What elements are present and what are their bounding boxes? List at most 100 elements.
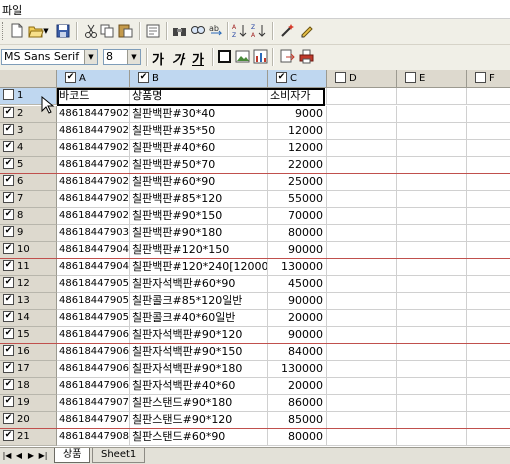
row-header[interactable]: ✔ 19 bbox=[0, 395, 57, 412]
column-header[interactable]: E bbox=[397, 70, 467, 88]
cell-price[interactable]: 90000 bbox=[268, 327, 327, 344]
cell-name[interactable]: 칠판백판#90*150 bbox=[130, 208, 268, 225]
cell-empty[interactable] bbox=[327, 140, 397, 157]
cell-empty[interactable] bbox=[327, 429, 397, 446]
italic-button[interactable]: 가 bbox=[172, 49, 184, 68]
cell-barcode[interactable]: 4861844790252 bbox=[57, 157, 130, 174]
cell-barcode[interactable]: 4861844790658 bbox=[57, 378, 130, 395]
cell-barcode[interactable]: 바코드 bbox=[57, 88, 130, 105]
cell-price[interactable]: 20000 bbox=[268, 310, 327, 327]
cell-barcode[interactable]: 4861844790276 bbox=[57, 174, 130, 191]
row-checkbox[interactable]: ✔ bbox=[3, 344, 14, 356]
row-header[interactable]: ✔ 7 bbox=[0, 191, 57, 208]
cell-empty[interactable] bbox=[327, 106, 397, 123]
cell-barcode[interactable]: 4861844790238 bbox=[57, 123, 130, 140]
cell-barcode[interactable]: 4861844790580 bbox=[57, 310, 130, 327]
pencil-icon[interactable] bbox=[298, 22, 315, 39]
cell-barcode[interactable]: 4861844790634 bbox=[57, 344, 130, 361]
cell-empty[interactable] bbox=[467, 191, 510, 208]
cell-empty[interactable] bbox=[397, 88, 467, 105]
save-icon[interactable] bbox=[54, 22, 71, 39]
cell-empty[interactable] bbox=[467, 123, 510, 140]
cell-name[interactable]: 칠판스탠드#90*120 bbox=[130, 412, 268, 429]
row-checkbox[interactable]: ✔ bbox=[3, 310, 14, 322]
cell-empty[interactable] bbox=[467, 429, 510, 446]
column-header[interactable]: D bbox=[327, 70, 397, 88]
cell-price[interactable]: 소비자가 bbox=[268, 88, 327, 105]
cell-empty[interactable] bbox=[397, 429, 467, 446]
cell-empty[interactable] bbox=[397, 412, 467, 429]
row-checkbox[interactable]: ✔ bbox=[3, 395, 14, 407]
sheet-tab-active[interactable]: 상품 bbox=[54, 448, 91, 463]
row-header[interactable]: ✔ 10 bbox=[0, 242, 57, 259]
row-checkbox[interactable]: ✔ bbox=[3, 157, 14, 169]
cell-barcode[interactable]: 4861844790221 bbox=[57, 106, 130, 123]
underline-button[interactable]: 가 bbox=[192, 49, 204, 68]
cell-empty[interactable] bbox=[397, 276, 467, 293]
row-checkbox[interactable]: ✔ bbox=[3, 123, 14, 135]
cell-empty[interactable] bbox=[327, 191, 397, 208]
chevron-down-icon[interactable]: ▼ bbox=[84, 50, 97, 64]
cell-barcode[interactable]: 4861844790429 bbox=[57, 242, 130, 259]
chevron-down-icon[interactable]: ▼ bbox=[127, 50, 140, 64]
cell-empty[interactable] bbox=[327, 361, 397, 378]
row-checkbox[interactable]: ✔ bbox=[3, 412, 14, 424]
row-checkbox[interactable]: ✔ bbox=[3, 327, 14, 339]
cell-price[interactable]: 22000 bbox=[268, 157, 327, 174]
cell-empty[interactable] bbox=[467, 106, 510, 123]
row-checkbox[interactable]: ✔ bbox=[3, 174, 14, 186]
cell-empty[interactable] bbox=[467, 242, 510, 259]
cell-price[interactable]: 86000 bbox=[268, 395, 327, 412]
cell-barcode[interactable]: 4861844790771 bbox=[57, 412, 130, 429]
sheet-tab-sheet1[interactable]: Sheet1 bbox=[92, 448, 146, 463]
cell-name[interactable]: 칠판백판#120*240[12000( bbox=[130, 259, 268, 276]
first-sheet-icon[interactable]: |◀ bbox=[2, 450, 12, 461]
column-checkbox[interactable]: ✔ bbox=[65, 71, 76, 83]
toolbar-grip[interactable] bbox=[2, 22, 6, 40]
cell-empty[interactable] bbox=[467, 157, 510, 174]
image-icon[interactable] bbox=[234, 48, 251, 65]
cell-price[interactable]: 55000 bbox=[268, 191, 327, 208]
row-header[interactable]: ✔ 9 bbox=[0, 225, 57, 242]
cell-empty[interactable] bbox=[467, 88, 510, 105]
cell-empty[interactable] bbox=[467, 361, 510, 378]
cell-empty[interactable] bbox=[327, 225, 397, 242]
cell-price[interactable]: 90000 bbox=[268, 293, 327, 310]
next-sheet-icon[interactable]: ▶ bbox=[26, 450, 36, 461]
cell-price[interactable]: 80000 bbox=[268, 225, 327, 242]
cell-empty[interactable] bbox=[327, 395, 397, 412]
row-checkbox[interactable]: ✔ bbox=[3, 293, 14, 305]
cell-empty[interactable] bbox=[327, 242, 397, 259]
chart-icon[interactable] bbox=[252, 48, 269, 65]
cell-empty[interactable] bbox=[467, 276, 510, 293]
row-header[interactable]: ✔ 8 bbox=[0, 208, 57, 225]
preview-icon[interactable] bbox=[145, 22, 162, 39]
cell-price[interactable]: 85000 bbox=[268, 412, 327, 429]
cell-empty[interactable] bbox=[397, 293, 467, 310]
cell-barcode[interactable]: 4861844790641 bbox=[57, 361, 130, 378]
menu-file[interactable]: 파일 bbox=[0, 2, 24, 18]
row-header[interactable]: ✔ 20 bbox=[0, 412, 57, 429]
cell-name[interactable]: 칠판백판#120*150 bbox=[130, 242, 268, 259]
row-header[interactable]: ✔ 16 bbox=[0, 344, 57, 361]
cell-empty[interactable] bbox=[327, 259, 397, 276]
cell-empty[interactable] bbox=[397, 378, 467, 395]
cell-barcode[interactable]: 4861844790511 bbox=[57, 276, 130, 293]
new-icon[interactable] bbox=[8, 22, 25, 39]
font-name-select[interactable]: MS Sans Serif ▼ bbox=[1, 49, 98, 65]
cell-empty[interactable] bbox=[327, 174, 397, 191]
cell-name[interactable]: 칠판백판#40*60 bbox=[130, 140, 268, 157]
find-icon[interactable] bbox=[189, 22, 206, 39]
row-header[interactable]: ✔ 5 bbox=[0, 157, 57, 174]
row-checkbox[interactable]: ✔ bbox=[3, 242, 14, 254]
cell-name[interactable]: 칠판자석백판#90*180 bbox=[130, 361, 268, 378]
export-icon[interactable] bbox=[279, 48, 296, 65]
cell-name[interactable]: 상품명 bbox=[130, 88, 268, 105]
cell-barcode[interactable]: 4861844790245 bbox=[57, 140, 130, 157]
row-header[interactable]: ✔ 11 bbox=[0, 259, 57, 276]
cell-empty[interactable] bbox=[327, 344, 397, 361]
cell-empty[interactable] bbox=[397, 395, 467, 412]
cell-name[interactable]: 칠판자석백판#90*120 bbox=[130, 327, 268, 344]
cell-empty[interactable] bbox=[467, 225, 510, 242]
cell-name[interactable]: 칠판백판#60*90 bbox=[130, 174, 268, 191]
